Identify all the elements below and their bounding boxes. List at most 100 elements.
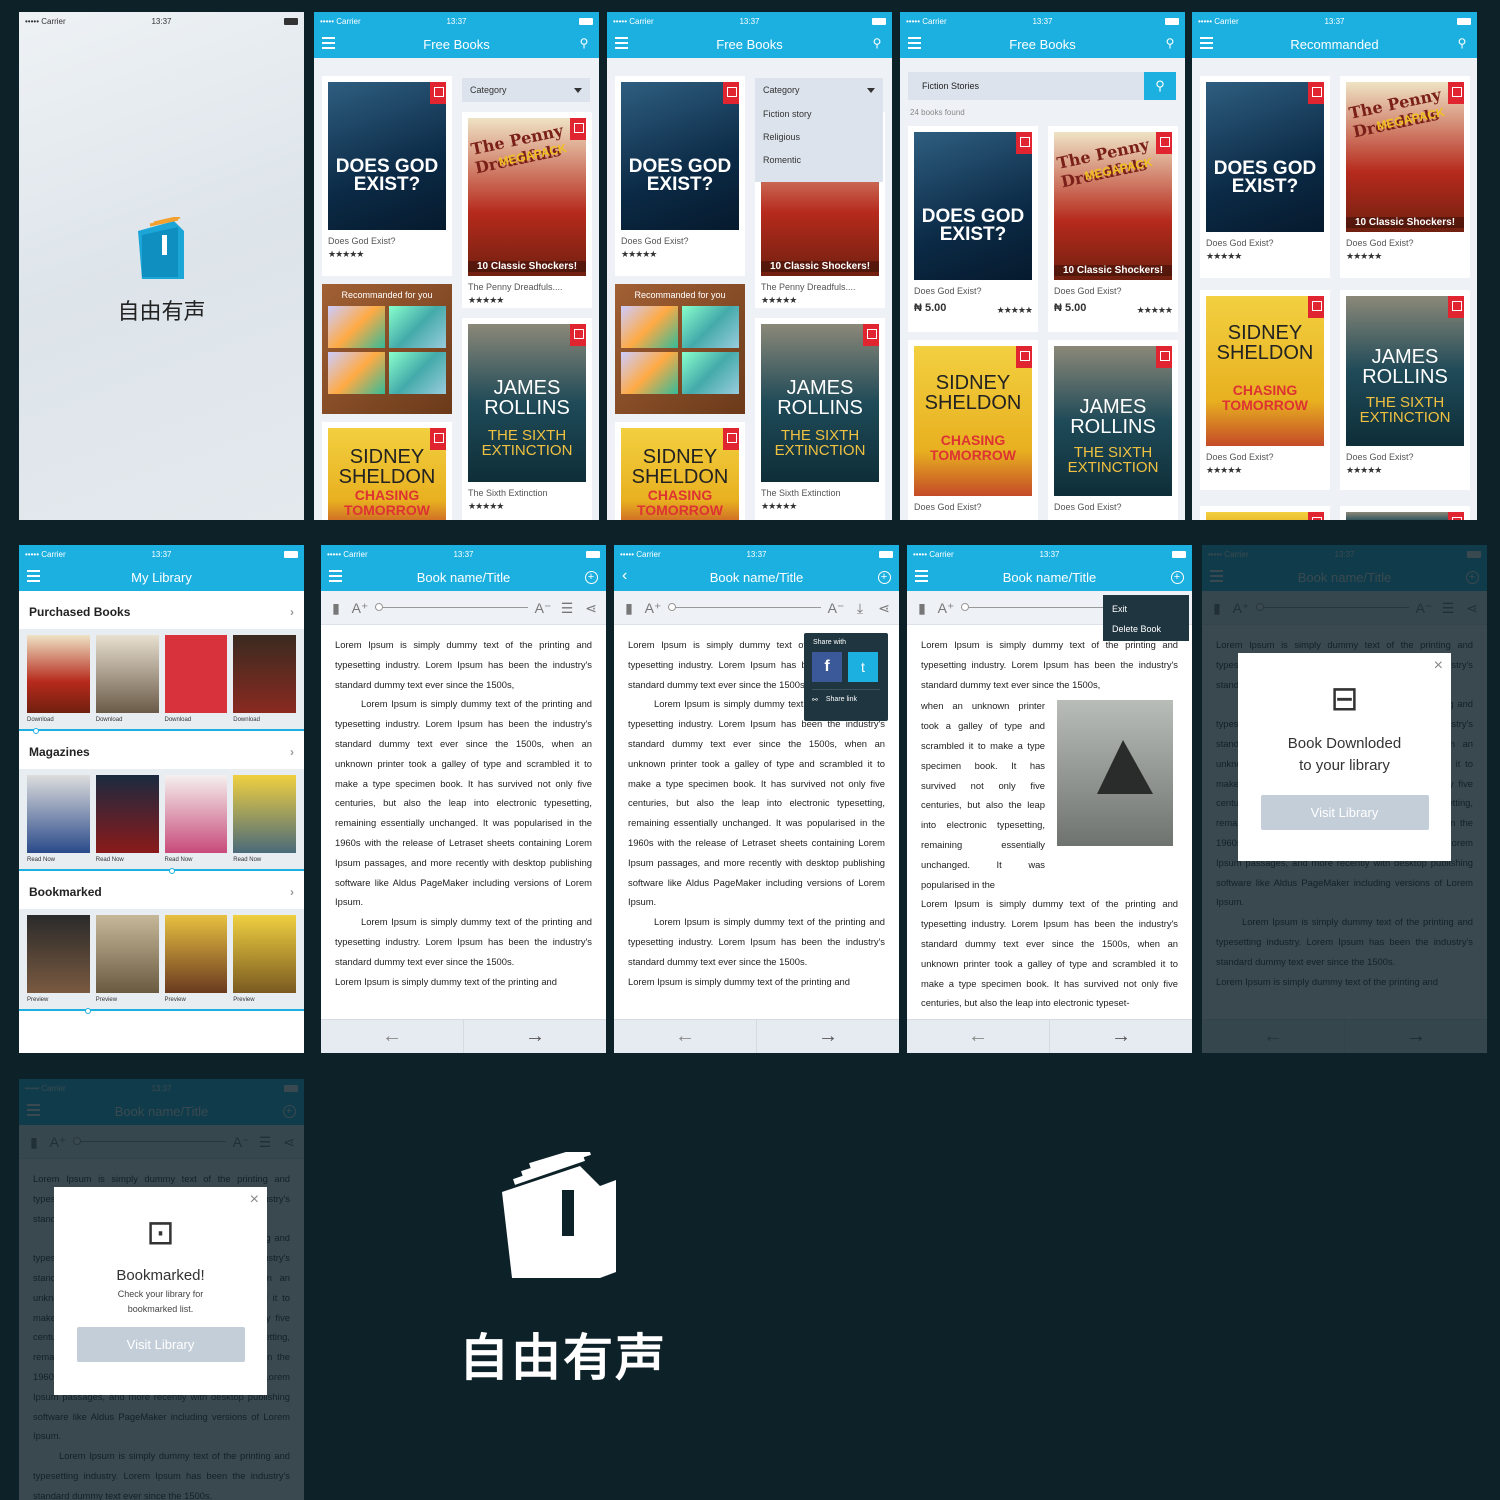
book-card[interactable] [1340, 506, 1470, 520]
library-book[interactable]: Download [95, 635, 159, 729]
bookmark-tag-icon[interactable] [1156, 132, 1172, 154]
slider-handle[interactable] [668, 603, 676, 611]
dropdown-option[interactable]: Religious [755, 125, 883, 148]
search-icon[interactable]: ⚲ [870, 36, 884, 50]
share-icon[interactable]: ⋖ [582, 599, 600, 617]
book-card[interactable]: DOES GOD EXIST? Does God Exist? ₦ 5.00 ★★… [908, 126, 1038, 332]
download-label[interactable]: Download [233, 717, 296, 723]
next-page-button[interactable]: → [1050, 1020, 1192, 1053]
library-book[interactable]: Preview [27, 915, 90, 1009]
bookmark-icon[interactable]: ▮ [327, 599, 345, 617]
next-page-button[interactable]: → [757, 1020, 899, 1053]
share-link-button[interactable]: ⚯ Share link [812, 689, 880, 704]
bookmark-tag-icon[interactable] [570, 324, 586, 346]
close-icon[interactable]: × [1434, 657, 1443, 675]
book-card[interactable]: The Penny DreadfulsMEGAPACK10 Classic Sh… [1340, 76, 1470, 278]
menu-icon[interactable] [322, 37, 335, 49]
book-card[interactable]: The Penny DreadfulsMEGAPACK10 Classic Sh… [462, 112, 592, 308]
read-now-label[interactable]: Read Now [96, 857, 159, 863]
recommended-card[interactable]: Recommanded for you [615, 284, 745, 414]
slider-handle[interactable] [961, 603, 969, 611]
library-book[interactable]: Download [27, 635, 90, 729]
bookmark-tag-icon[interactable] [570, 118, 586, 140]
bookmark-tag-icon[interactable] [723, 82, 739, 104]
book-card[interactable]: SIDNEY SHELDON CHASING TOMORROW Does God … [908, 340, 1038, 520]
search-icon[interactable]: ⚲ [1455, 36, 1469, 50]
library-book[interactable]: Preview [164, 915, 228, 1009]
download-label[interactable]: Download [165, 717, 228, 723]
add-icon[interactable]: + [1170, 569, 1184, 584]
search-button[interactable]: ⚲ [1144, 72, 1176, 100]
font-increase-icon[interactable]: A⁺ [937, 599, 955, 617]
menu-icon[interactable] [915, 570, 928, 582]
bookmark-tag-icon[interactable] [1308, 512, 1324, 520]
font-increase-icon[interactable]: A⁺ [644, 599, 662, 617]
font-decrease-icon[interactable]: A⁻ [534, 599, 552, 617]
menu-icon[interactable] [908, 37, 921, 49]
bookmark-tag-icon[interactable] [1308, 82, 1324, 104]
library-book[interactable]: Download [164, 635, 228, 729]
section-purchased[interactable]: Purchased Books › [19, 595, 304, 629]
library-book[interactable]: Read Now [27, 775, 90, 869]
bookmark-tag-icon[interactable] [430, 82, 446, 104]
font-increase-icon[interactable]: A⁺ [351, 599, 369, 617]
section-magazines[interactable]: Magazines › [19, 735, 304, 769]
add-icon[interactable]: + [877, 569, 891, 584]
book-card[interactable]: SIDNEY SHELDON CHASING TOMORROW [615, 422, 745, 520]
read-now-label[interactable]: Read Now [233, 857, 296, 863]
bookmark-tag-icon[interactable] [1448, 512, 1464, 520]
category-dropdown-open[interactable]: Category Fiction story Religious Romenti… [755, 78, 883, 182]
search-icon[interactable]: ⚲ [577, 36, 591, 50]
book-card[interactable]: DOES GOD EXIST? Does God Exist? ★★★★★ [1200, 76, 1330, 278]
slider-handle[interactable] [375, 603, 383, 611]
bookmark-tag-icon[interactable] [863, 324, 879, 346]
back-icon[interactable]: ‹ [622, 567, 627, 585]
book-card[interactable]: JAMES ROLLINS THE SIXTH EXTINCTION Does G… [1048, 340, 1178, 520]
bookmark-tag-icon[interactable] [430, 428, 446, 450]
book-card[interactable]: DOES GOD EXIST? Does God Exist? ★★★★★ [615, 76, 745, 276]
font-size-slider[interactable] [375, 603, 528, 611]
prev-page-button[interactable]: ← [321, 1020, 464, 1053]
dropdown-option[interactable]: Fiction story [755, 102, 883, 125]
preview-label[interactable]: Preview [233, 997, 296, 1003]
book-card[interactable]: DOES GOD EXIST? Does God Exist? ★★★★★ [322, 76, 452, 276]
book-card[interactable]: JAMES ROLLINS THE SIXTH EXTINCTION Does G… [1340, 290, 1470, 490]
menu-icon[interactable] [329, 570, 342, 582]
bookmark-tag-icon[interactable] [723, 428, 739, 450]
next-page-button[interactable]: → [464, 1020, 606, 1053]
dropdown-option[interactable]: Romentic [755, 148, 883, 171]
book-card[interactable]: JAMES ROLLINS THE SIXTH EXTINCTION The Si… [462, 318, 592, 520]
read-now-label[interactable]: Read Now [165, 857, 228, 863]
menu-icon[interactable] [27, 570, 40, 582]
recommended-card[interactable]: Recommanded for you [322, 284, 452, 414]
menu-icon[interactable] [1200, 37, 1213, 49]
bookmark-icon[interactable]: ▮ [620, 599, 638, 617]
download-label[interactable]: Download [96, 717, 159, 723]
preview-label[interactable]: Preview [27, 997, 90, 1003]
bookmark-tag-icon[interactable] [1016, 132, 1032, 154]
bookmark-tag-icon[interactable] [1016, 346, 1032, 368]
library-book[interactable]: Read Now [233, 775, 296, 869]
scroll-handle[interactable] [169, 868, 175, 874]
add-icon[interactable]: + [584, 569, 598, 584]
bookmark-icon[interactable]: ▮ [913, 599, 931, 617]
preview-label[interactable]: Preview [165, 997, 228, 1003]
close-icon[interactable]: × [250, 1191, 259, 1209]
library-book[interactable]: Preview [95, 915, 159, 1009]
menu-icon[interactable] [615, 37, 628, 49]
read-now-label[interactable]: Read Now [27, 857, 90, 863]
search-input[interactable]: Fiction Stories [908, 72, 1144, 100]
prev-page-button[interactable]: ← [907, 1020, 1050, 1053]
bookmark-tag-icon[interactable] [1448, 82, 1464, 104]
search-icon[interactable]: ⚲ [1163, 36, 1177, 50]
book-card[interactable]: JAMES ROLLINS THE SIXTH EXTINCTION The Si… [755, 318, 885, 520]
download-icon[interactable]: ⤓ [851, 599, 869, 617]
bookmark-tag-icon[interactable] [1308, 296, 1324, 318]
book-card[interactable]: SIDNEY SHELDON CHASING TOMORROW [322, 422, 452, 520]
menu-delete-book[interactable]: Delete Book [1112, 619, 1189, 639]
bookmark-tag-icon[interactable] [1448, 296, 1464, 318]
menu-exit[interactable]: Exit [1112, 599, 1189, 619]
settings-icon[interactable]: ☰ [558, 599, 576, 617]
bookmark-tag-icon[interactable] [1156, 346, 1172, 368]
download-label[interactable]: Download [27, 717, 90, 723]
